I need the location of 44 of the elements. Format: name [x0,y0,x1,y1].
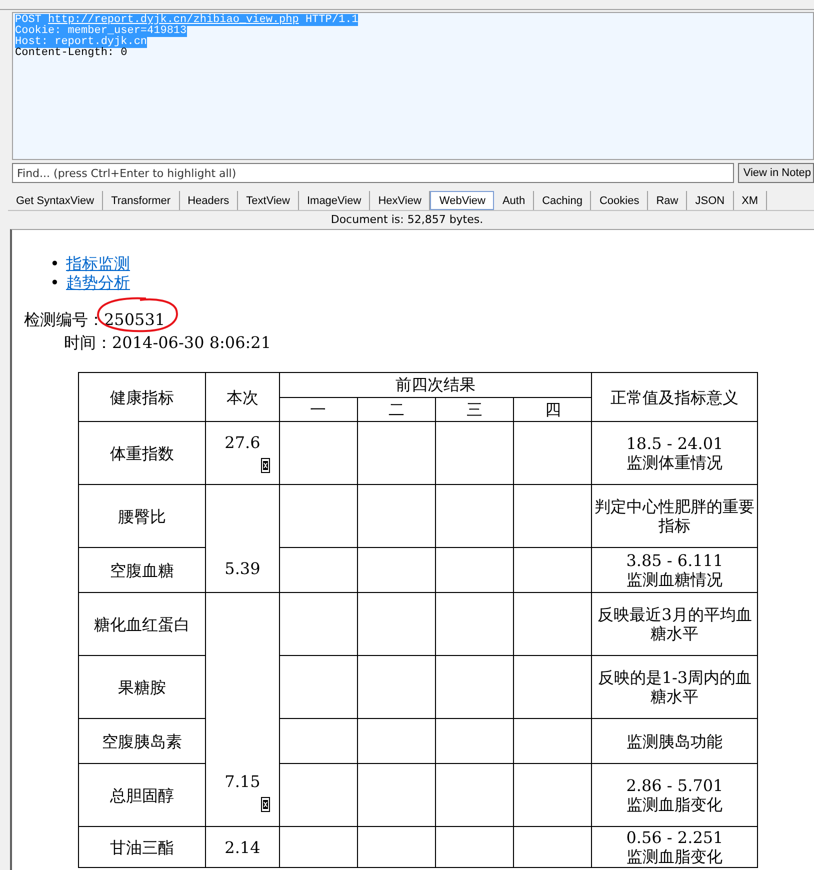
table-cell: 7.15 [224,772,260,791]
table-cell-text: 监测血脂变化 [626,847,724,866]
table-cell-text: 监测血糖情况 [626,570,724,589]
time-label: 时间： [64,333,112,352]
table-cell: 空腹胰岛素 [78,718,206,764]
table-cell: 总胆固醇 [78,764,206,826]
table-cell: 果糖胺 [78,656,206,718]
table-header: 三 [436,397,514,422]
bullet: • [50,273,60,292]
table-header: 二 [357,397,436,422]
table-header: 正常值及指标意义 [592,372,758,422]
table-cell-text: 监测血脂变化 [626,795,724,814]
document-size-text: Document is: 52,857 bytes. [330,212,484,228]
table-cell: 甘油三酯 [78,826,206,868]
table-cell-text: 监测体重情况 [626,453,724,472]
id-value: 250531 [104,310,166,329]
table-cell: 2.14 [224,838,260,856]
table-header: 健康指标 [78,372,206,422]
table-cell: 空腹血糖 [78,548,206,592]
id-label: 检测编号： [24,310,104,329]
table-cell: 腰臀比 [78,484,206,548]
time-value: 2014-06-30 8:06:21 [112,333,272,352]
table-cell: 5.39 [224,559,260,578]
table-cell-text: 3.85 - 6.111 [625,551,724,570]
request-line: Content-Length: 0 [15,47,128,59]
find-field[interactable]: Find... (press Ctrl+Enter to highlight all) [12,163,734,183]
table-cell: 体重指数 [78,422,206,484]
view-in-notepad-button[interactable]: View in Notep [738,163,814,183]
table-cell-text: 监测胰岛功能 [626,732,724,750]
table-header: 一 [279,397,358,422]
table-header: 前四次结果 [279,372,592,397]
table-cell-text: 判定中心性肥胖的重要指标 [594,497,756,535]
table-cell-text: 反映的是1-3周内的血糖水平 [596,668,753,706]
bullet: • [50,254,60,273]
table-cell-text: 18.5 - 24.01 [625,434,724,453]
table-cell-text: 2.86 - 5.701 [625,776,724,795]
table-cell: 糖化血红蛋白 [78,592,206,656]
nav-link[interactable]: 指标监测 [66,254,130,273]
table-cell-text: 反映最近3月的平均血糖水平 [596,605,753,643]
table-cell-text: 0.56 - 2.251 [625,828,724,847]
table-header: 本次 [206,372,280,422]
nav-link[interactable]: 趋势分析 [66,273,130,292]
table-cell: 27.6 [224,433,260,452]
tab[interactable]: WebView [430,191,494,210]
